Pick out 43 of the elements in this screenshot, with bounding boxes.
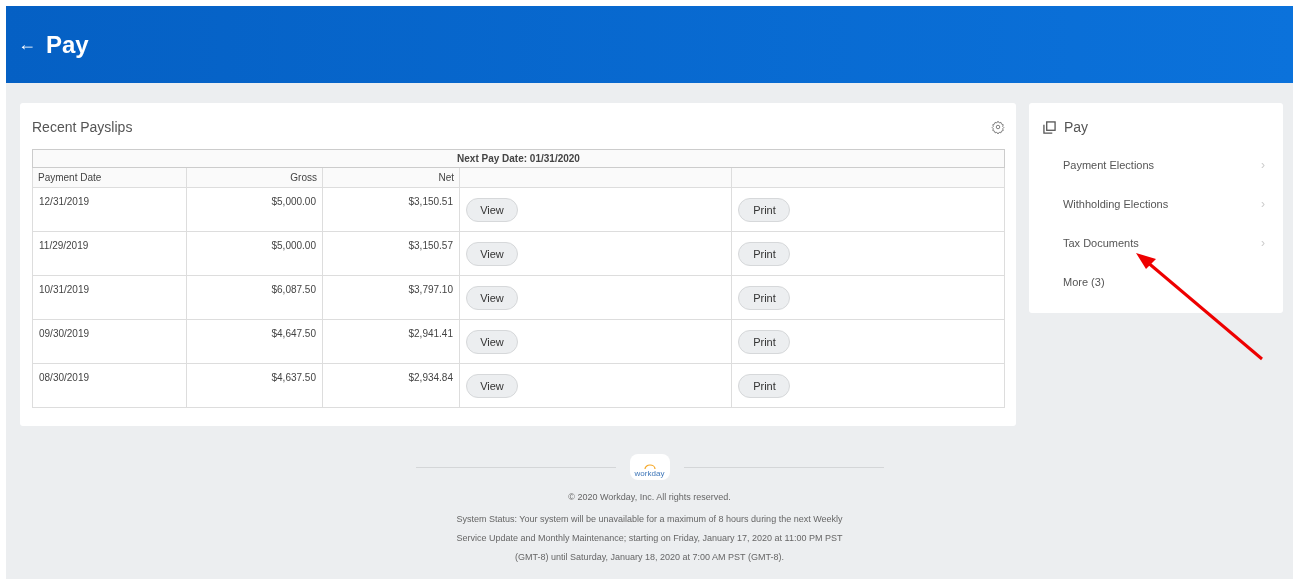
table-cell: $2,934.84 (322, 363, 460, 408)
table-cell: $5,000.00 (186, 187, 323, 232)
view-button[interactable]: View (466, 241, 518, 266)
table-cell: $3,150.57 (322, 231, 460, 276)
table-cell: $3,797.10 (322, 275, 460, 320)
column-header: Payment Date (32, 167, 187, 188)
view-button[interactable]: View (466, 329, 518, 354)
back-button[interactable]: ← (18, 34, 36, 55)
print-button[interactable]: Print (738, 329, 791, 354)
menu-item[interactable]: Payment Elections › (1043, 145, 1283, 184)
table-cell: 10/31/2019 (32, 275, 187, 320)
settings-icon[interactable] (991, 120, 1005, 134)
table-cell: 11/29/2019 (32, 231, 187, 276)
copy-icon (1043, 120, 1056, 134)
table-cell: $3,150.51 (322, 187, 460, 232)
table-caption: Next Pay Date: 01/31/2020 (32, 149, 1005, 168)
menu-item[interactable]: Tax Documents › (1043, 223, 1283, 262)
table-cell: $4,637.50 (186, 363, 323, 408)
table-cell: $2,941.41 (322, 319, 460, 364)
system-status-text: System Status: Your system will be unavailable for a maximum of 8 hours during the next Weekly Service Update and Monthly Maintenance; starting on Friday, January 17, 2020 at 11:00 PM PST (GMT-8) until Saturday, January 18, 2020 at 7:00 AM PST (GMT-8). (455, 513, 844, 564)
table-cell: $5,000.00 (186, 231, 323, 276)
menu-item[interactable]: More (3) (1043, 262, 1283, 301)
chevron-icon: › (1261, 196, 1265, 211)
print-button[interactable]: Print (738, 285, 791, 310)
table-cell: 12/31/2019 (32, 187, 187, 232)
copyright-text: © 2020 Workday, Inc. All rights reserved. (568, 492, 731, 502)
chevron-icon: › (1261, 157, 1265, 172)
menu-item[interactable]: Withholding Elections › (1043, 184, 1283, 223)
print-button[interactable]: Print (738, 241, 791, 266)
print-button[interactable]: Print (738, 373, 791, 398)
table-cell: 08/30/2019 (32, 363, 187, 408)
chevron-icon: › (1261, 235, 1265, 250)
print-button[interactable]: Print (738, 197, 791, 222)
table-cell: $4,647.50 (186, 319, 323, 364)
view-button[interactable]: View (466, 373, 518, 398)
table-cell: $6,087.50 (186, 275, 323, 320)
table-cell: 09/30/2019 (32, 319, 187, 364)
card-title: Recent Payslips (32, 119, 133, 135)
page-title: Pay (46, 30, 89, 59)
logo: workday (629, 454, 670, 480)
menu-title: Pay (1064, 119, 1089, 135)
view-button[interactable]: View (466, 197, 518, 222)
view-button[interactable]: View (466, 285, 518, 310)
